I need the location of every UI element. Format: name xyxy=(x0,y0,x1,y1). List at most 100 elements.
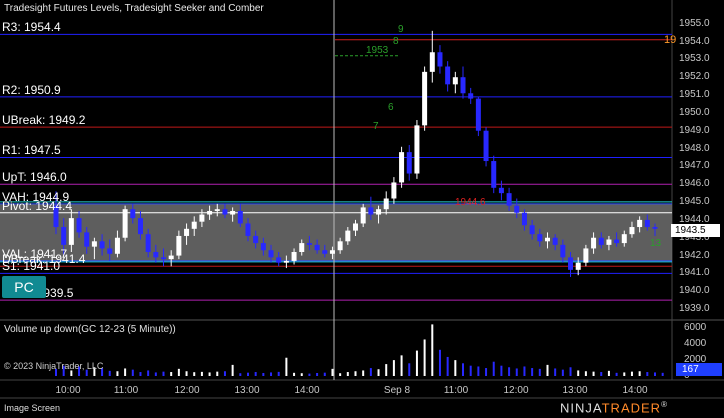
candle-body xyxy=(368,207,374,215)
candle-body xyxy=(614,239,620,244)
volume-tick-label: 4000 xyxy=(684,338,707,350)
candle-body xyxy=(176,235,182,256)
candle-body xyxy=(291,252,297,261)
candle-body xyxy=(114,237,120,254)
candle-body xyxy=(191,221,197,229)
candle-body xyxy=(184,228,190,236)
candle-body xyxy=(391,182,397,199)
orange-level-tag: 19 xyxy=(664,34,677,46)
candle-body xyxy=(268,250,274,258)
level-label-0: R3: 1954.4 xyxy=(2,20,61,35)
price-tick-label: 1947.0 xyxy=(679,160,710,172)
candle-body xyxy=(598,237,604,245)
logo-trader: TRADER xyxy=(601,400,662,416)
candle-body xyxy=(475,98,481,131)
candle-body xyxy=(61,227,67,245)
candle-body xyxy=(299,243,305,253)
comber-count-6: 6 xyxy=(388,102,394,113)
time-tick-label: 11:00 xyxy=(113,385,139,396)
price-tick-label: 1955.0 xyxy=(679,17,710,29)
time-tick-label: 11:00 xyxy=(443,385,469,396)
candle-body xyxy=(429,52,435,72)
candle-body xyxy=(353,223,358,231)
candle-body xyxy=(161,257,167,260)
time-tick-label: 12:00 xyxy=(503,385,529,396)
level-label-3: R1: 1947.5 xyxy=(2,143,61,158)
candle-body xyxy=(276,257,282,263)
candle-body xyxy=(422,71,428,126)
current-price-tag: 1943.5 xyxy=(671,224,720,237)
candle-body xyxy=(629,227,635,235)
candle-body xyxy=(514,205,520,213)
logo-ninja: NINJA xyxy=(560,400,602,416)
price-tick-label: 1939.0 xyxy=(679,303,710,315)
candle-body xyxy=(230,210,236,215)
candle-body xyxy=(168,255,174,260)
candle-body xyxy=(253,235,259,244)
candle-body xyxy=(337,241,343,251)
level-label-2: UBreak: 1949.2 xyxy=(2,113,86,128)
candle-body xyxy=(537,234,543,242)
candle-body xyxy=(153,252,159,258)
candle-body xyxy=(399,152,405,183)
ninjatrader-logo: NINJATRADER® xyxy=(560,400,668,415)
candle-body xyxy=(314,244,320,251)
comber-count-7: 7 xyxy=(373,121,379,132)
candle-body xyxy=(652,227,658,229)
price-tick-label: 1951.0 xyxy=(679,89,710,101)
candle-body xyxy=(506,193,512,206)
candle-body xyxy=(544,237,550,242)
ninjatrader-chart-window[interactable]: Tradesight Futures Levels, Tradesight Se… xyxy=(0,0,724,418)
copyright-text: © 2023 NinjaTrader, LLC xyxy=(4,361,104,371)
volume-panel-title: Volume up down(GC 12-23 (5 Minute)) xyxy=(4,324,176,335)
candle-body xyxy=(529,225,535,235)
candle-body xyxy=(376,209,382,215)
level-label-6: Pivot: 1944.4 xyxy=(2,198,73,213)
time-tick-label: 13:00 xyxy=(562,385,588,396)
seeker-count-9: 9 xyxy=(398,24,404,35)
candle-body xyxy=(460,77,466,94)
footer-label: Image Screen xyxy=(4,403,61,413)
pc-button[interactable]: PC xyxy=(2,276,46,298)
candle-body xyxy=(322,250,328,254)
candle-body xyxy=(414,125,420,174)
price-tick-label: 1950.0 xyxy=(679,106,710,118)
candle-body xyxy=(483,130,489,162)
volume-value-tag: 167 xyxy=(676,363,722,376)
candle-body xyxy=(99,241,105,249)
price-tick-label: 1941.0 xyxy=(679,267,710,279)
price-chart-canvas[interactable]: 98 1953 67 1944.6 13 xyxy=(0,0,724,418)
candle-body xyxy=(260,243,266,251)
candle-body xyxy=(552,237,558,245)
candle-body xyxy=(68,218,74,245)
candle-body xyxy=(237,210,243,224)
candle-body xyxy=(491,161,497,188)
price-tick-label: 1953.0 xyxy=(679,53,710,65)
price-tick-label: 1946.0 xyxy=(679,178,710,190)
level-label-9: S1: 1941.0 xyxy=(2,259,61,274)
candle-body xyxy=(283,260,289,263)
candle-body xyxy=(498,187,504,194)
price-tick-label: 1940.0 xyxy=(679,285,710,297)
candle-body xyxy=(214,209,220,211)
candle-body xyxy=(468,93,474,99)
level-label-1: R2: 1950.9 xyxy=(2,82,61,97)
level-label-4: UpT: 1946.0 xyxy=(2,170,67,185)
candle-body xyxy=(406,152,412,174)
candle-body xyxy=(637,219,643,228)
candle-body xyxy=(107,248,113,254)
price-tick-label: 1948.0 xyxy=(679,142,710,154)
time-tick-label: 10:00 xyxy=(55,385,81,396)
candle-body xyxy=(145,234,151,253)
candle-body xyxy=(306,243,312,245)
volume-tick-label: 6000 xyxy=(684,322,707,334)
candle-body xyxy=(383,198,389,210)
candle-body xyxy=(84,232,90,247)
logo-suffix: ® xyxy=(661,400,668,409)
candle-body xyxy=(222,209,228,215)
candle-body xyxy=(137,218,143,235)
price-tick-label: 1954.0 xyxy=(679,35,710,47)
seeker-count-8: 8 xyxy=(393,36,399,47)
candle-body xyxy=(575,262,581,270)
candle-body xyxy=(568,257,574,270)
